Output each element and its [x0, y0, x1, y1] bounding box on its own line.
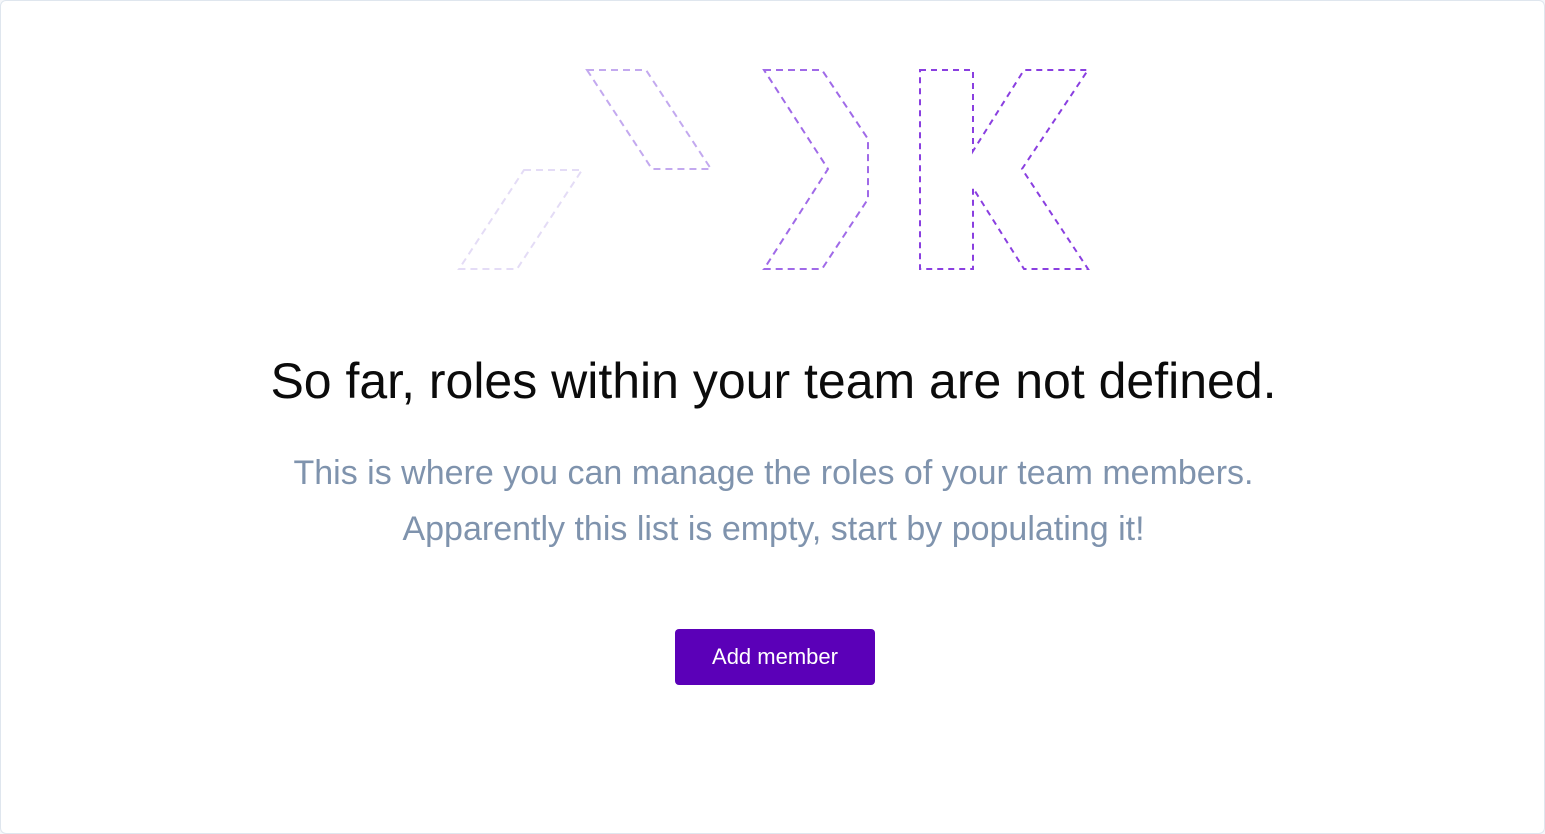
logo-chevron-shape: [762, 69, 869, 270]
logo-k-shape: [919, 69, 1090, 270]
add-member-button[interactable]: Add member: [675, 629, 875, 685]
empty-state-title: So far, roles within your team are not d…: [270, 353, 1277, 409]
empty-state-card: So far, roles within your team are not d…: [0, 0, 1545, 834]
brand-logo-dashed-outline-icon: [457, 69, 1090, 270]
empty-state-description-line-2: Apparently this list is empty, start by …: [402, 510, 1145, 548]
logo-slash-lower-shape: [457, 169, 584, 270]
logo-slash-upper-shape: [585, 69, 713, 170]
empty-state-description-line-1: This is where you can manage the roles o…: [293, 454, 1254, 492]
